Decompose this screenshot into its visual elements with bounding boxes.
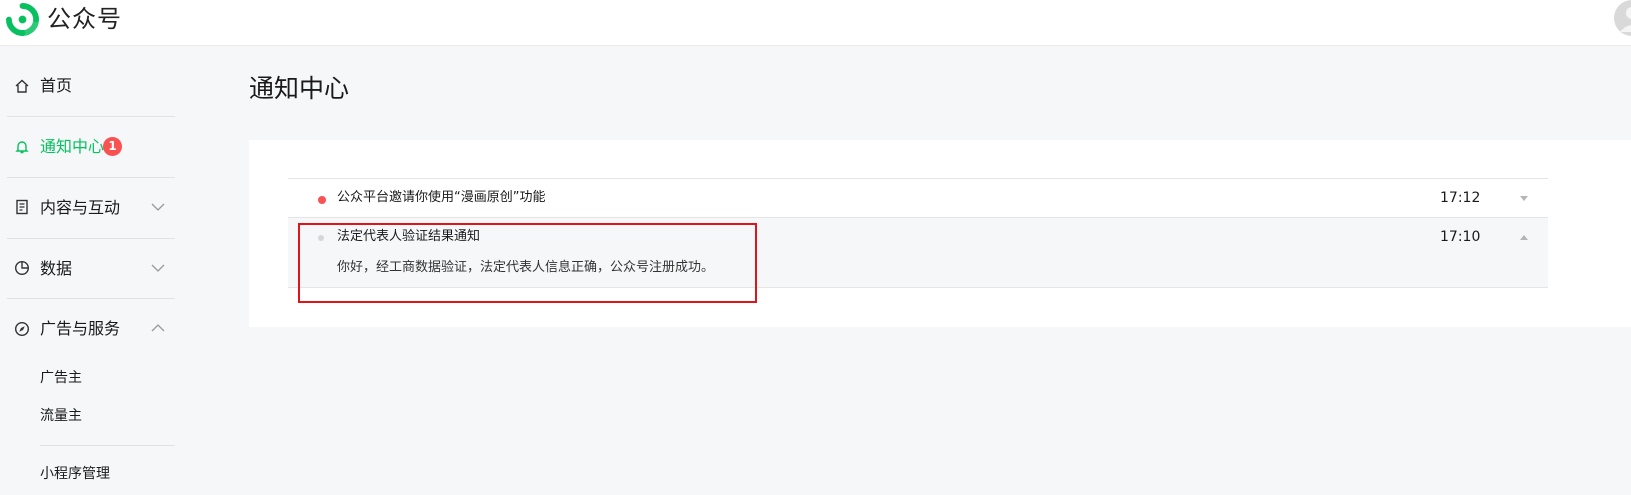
notification-count-badge: 1 [103, 137, 122, 156]
top-bar: 公众号 [0, 0, 1631, 46]
sidebar-item-data[interactable]: 数据 [0, 239, 175, 299]
brand-name: 公众号 [47, 5, 122, 33]
sidebar-item-miniprogram[interactable]: 小程序管理 [40, 465, 110, 483]
divider [40, 445, 175, 446]
bell-icon [15, 141, 29, 154]
notice-time: 17:12 [1440, 190, 1481, 206]
unread-dot [318, 196, 326, 204]
avatar[interactable] [1612, 0, 1631, 36]
page-title: 通知中心 [249, 74, 350, 103]
wechat-mp-logo-icon[interactable] [6, 3, 39, 36]
sidebar-item-label: 广告与服务 [40, 319, 121, 338]
sidebar-subitem-advertiser[interactable]: 广告主 [40, 369, 82, 387]
sidebar-item-ads-services[interactable]: 广告与服务 [0, 299, 175, 359]
sidebar-item-content[interactable]: 内容与互动 [0, 178, 175, 238]
document-icon [16, 199, 28, 215]
sidebar-item-notifications[interactable]: 通知中心 1 [0, 117, 175, 177]
chevron-down-icon [151, 203, 165, 211]
notice-title: 公众平台邀请你使用“漫画原创”功能 [337, 190, 546, 205]
sidebar-item-label: 数据 [40, 259, 73, 278]
chevron-down-icon [151, 264, 165, 272]
sidebar: 首页 通知中心 1 内容与互动 数据 广告与服务 广告主 流量主 小程序管理 [0, 46, 185, 495]
chevron-up-icon [151, 324, 165, 332]
notice-item[interactable]: 公众平台邀请你使用“漫画原创”功能 17:12 [288, 179, 1548, 217]
sidebar-item-label: 首页 [40, 76, 73, 95]
sidebar-item-label: 通知中心 [40, 137, 105, 156]
sidebar-item-label: 内容与互动 [40, 198, 121, 217]
sidebar-subitem-publisher[interactable]: 流量主 [40, 407, 82, 425]
pie-chart-icon [14, 260, 30, 276]
compass-icon [14, 321, 30, 337]
notice-time: 17:10 [1440, 229, 1481, 245]
caret-down-icon[interactable] [1520, 196, 1528, 201]
caret-up-icon[interactable] [1520, 235, 1528, 240]
home-icon [15, 79, 29, 93]
sidebar-item-home[interactable]: 首页 [0, 56, 175, 116]
highlight-box [298, 223, 757, 303]
